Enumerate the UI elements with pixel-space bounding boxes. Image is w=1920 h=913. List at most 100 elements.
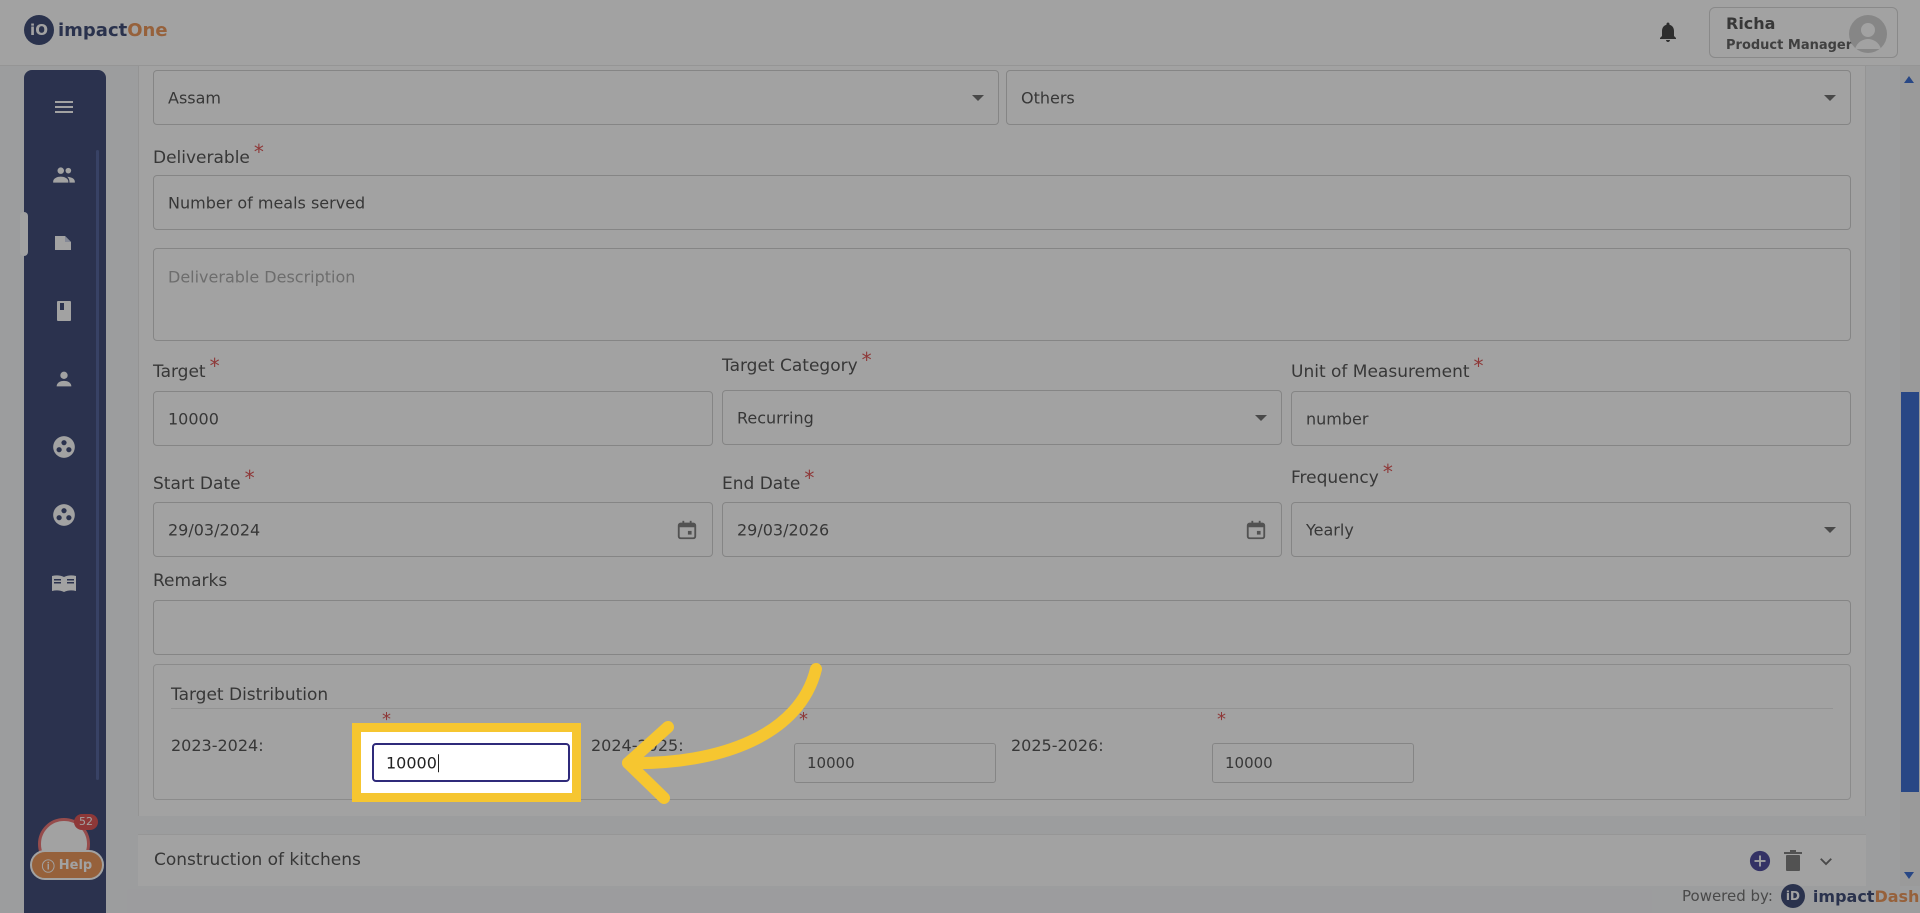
manual-icon[interactable] [50, 569, 78, 597]
frequency-select[interactable]: Yearly [1291, 502, 1851, 557]
help-label: Help [58, 857, 93, 873]
avatar [1849, 15, 1887, 53]
period-value-2025-2026: 10000 [1225, 754, 1273, 772]
target-label-text: Target [153, 362, 206, 382]
help-icon: ⓘ [41, 859, 55, 875]
frequency-value: Yearly [1306, 520, 1354, 539]
brand-main: impact [1812, 886, 1875, 906]
folder-icon[interactable] [50, 229, 78, 257]
start-date-input[interactable]: 29/03/2024 [153, 502, 713, 557]
page-scrollbar-thumb[interactable] [1901, 392, 1919, 792]
calendar-icon[interactable] [676, 519, 698, 541]
period-label-2025-2026: 2025-2026: [1011, 736, 1104, 755]
section-construction-of-kitchens[interactable]: Construction of kitchens [138, 834, 1866, 886]
person-icon[interactable] [50, 365, 78, 393]
chevron-down-icon [1824, 94, 1836, 101]
top-header: iO impactOne Richa Product Manager [0, 0, 1920, 66]
powered-by-label: Powered by: [1682, 887, 1773, 905]
menu-icon[interactable] [50, 93, 78, 121]
brand-accent: Dash [1874, 886, 1920, 906]
logo-accent: One [127, 19, 168, 41]
tutorial-arrow-icon [622, 663, 822, 804]
text-cursor [437, 754, 439, 773]
end-date-label: End Date * [722, 466, 814, 494]
user-role: Product Manager [1726, 38, 1853, 53]
deliverable-description-textarea[interactable]: Deliverable Description [153, 248, 1851, 341]
target-distribution-title: Target Distribution [171, 685, 329, 705]
help-button[interactable]: ⓘ Help [30, 850, 104, 880]
powered-by: Powered by: iD impactDash [1682, 884, 1919, 908]
target-category-label: Target Category * [722, 348, 872, 376]
end-date-value: 29/03/2026 [737, 520, 830, 539]
required-mark: * [1473, 354, 1484, 378]
target-category-value: Recurring [737, 408, 814, 427]
required-mark: * [209, 354, 220, 378]
remarks-input[interactable] [153, 600, 1851, 655]
period-value-text: 10000 [386, 752, 437, 772]
target-category-select[interactable]: Recurring [722, 390, 1282, 445]
user-name: Richa [1726, 14, 1776, 33]
impactdash-logo: impactDash [1813, 887, 1920, 906]
bell-icon[interactable] [1656, 20, 1680, 44]
chevron-down-icon [1824, 526, 1836, 533]
period-value-2023-2024: 10000 [386, 753, 439, 773]
section-title: Construction of kitchens [154, 850, 361, 870]
required-mark: * [253, 140, 264, 164]
category-select[interactable]: Others [1006, 70, 1851, 125]
sidebar-scrollbar[interactable] [96, 150, 99, 780]
trash-icon[interactable] [1781, 849, 1805, 873]
uom-label: Unit of Measurement * [1291, 354, 1484, 382]
frequency-label: Frequency * [1291, 460, 1393, 488]
required-mark: * [244, 466, 255, 490]
impactdash-badge: iD [1780, 884, 1805, 908]
target-label: Target * [153, 354, 220, 382]
category-select-value: Others [1021, 88, 1075, 107]
chevron-down-icon [972, 94, 984, 101]
group-icon[interactable] [50, 433, 78, 461]
network-icon[interactable] [50, 501, 78, 529]
required-mark: * [861, 348, 872, 372]
uom-input[interactable]: number [1291, 391, 1851, 446]
period-input-2025-2026[interactable]: 10000 [1212, 743, 1414, 783]
end-date-input[interactable]: 29/03/2026 [722, 502, 1282, 557]
target-input-value: 10000 [168, 409, 219, 428]
deliverable-input-value: Number of meals served [168, 193, 366, 212]
impactone-logo[interactable]: iO impactOne [24, 15, 168, 45]
divider [171, 708, 1833, 709]
state-select[interactable]: Assam [153, 70, 999, 125]
logo-badge: iO [24, 15, 54, 45]
start-date-value: 29/03/2024 [168, 520, 261, 539]
chevron-down-icon[interactable] [1814, 849, 1838, 873]
required-mark: * [804, 466, 815, 490]
deliverable-description-placeholder: Deliverable Description [168, 267, 356, 287]
chevron-down-icon [1255, 414, 1267, 421]
deliverable-label: Deliverable * [153, 140, 264, 168]
uom-input-value: number [1306, 409, 1369, 428]
deliverable-label-text: Deliverable [153, 148, 250, 168]
sidebar: 52 ⓘ Help [20, 70, 106, 913]
sidebar-active-indicator [20, 212, 28, 256]
notification-count: 52 [74, 814, 98, 830]
start-date-label-text: Start Date [153, 474, 241, 494]
logo-text: impactOne [58, 20, 168, 41]
book-icon[interactable] [50, 297, 78, 325]
end-date-label-text: End Date [722, 474, 801, 494]
add-icon[interactable] [1748, 849, 1772, 873]
users-icon[interactable] [50, 161, 78, 189]
user-profile-card[interactable]: Richa Product Manager [1709, 7, 1898, 58]
start-date-label: Start Date * [153, 466, 255, 494]
deliverable-input[interactable]: Number of meals served [153, 175, 1851, 230]
period-input-2023-2024[interactable]: 10000 [372, 743, 570, 782]
state-select-value: Assam [168, 88, 222, 107]
calendar-icon[interactable] [1245, 519, 1267, 541]
target-category-label-text: Target Category [722, 356, 858, 376]
logo-main: impact [58, 19, 128, 41]
scroll-down-icon[interactable] [1904, 872, 1914, 879]
required-mark: * [1217, 709, 1226, 730]
frequency-label-text: Frequency [1291, 468, 1379, 488]
scroll-up-icon[interactable] [1904, 76, 1914, 83]
target-input[interactable]: 10000 [153, 391, 713, 446]
remarks-label: Remarks [153, 571, 228, 591]
required-mark: * [1382, 460, 1393, 484]
period-label-2023-2024: 2023-2024: [171, 736, 264, 755]
